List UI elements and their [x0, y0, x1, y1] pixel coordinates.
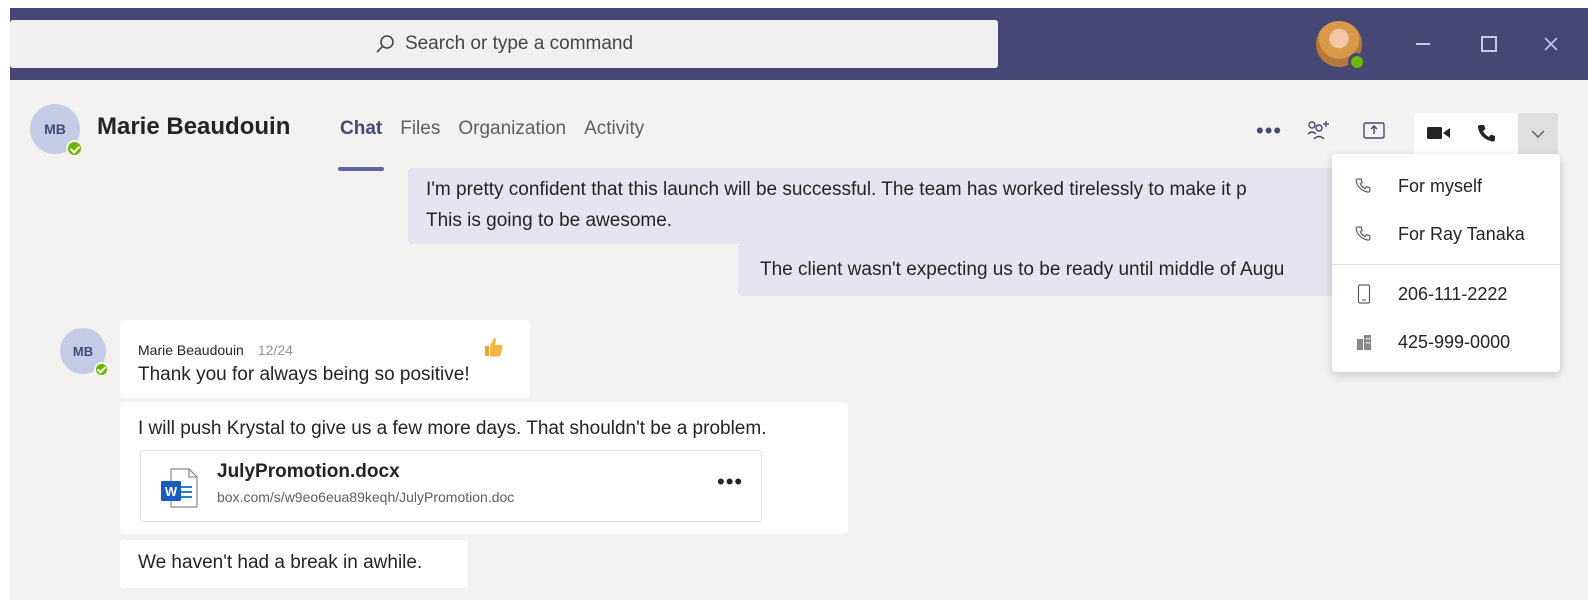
- contact-avatar[interactable]: MB: [30, 104, 83, 157]
- contact-initials: MB: [44, 121, 66, 137]
- more-options-icon[interactable]: •••: [1256, 118, 1282, 144]
- word-icon: W: [161, 468, 198, 508]
- message-text: I will push Krystal to give us a few mor…: [138, 418, 767, 439]
- presence-available-icon: [66, 140, 83, 157]
- menu-item-call-mobile[interactable]: 206-111-2222: [1332, 272, 1560, 316]
- my-avatar[interactable]: [1316, 21, 1366, 71]
- thumbs-up-reaction-icon[interactable]: [482, 336, 504, 358]
- close-button[interactable]: [1536, 30, 1566, 58]
- menu-item-call-for-ray-tanaka[interactable]: For Ray Tanaka: [1332, 212, 1560, 256]
- search-box[interactable]: Search or type a command: [10, 20, 998, 68]
- tab-chat[interactable]: Chat: [337, 118, 385, 171]
- my-presence-indicator: [1348, 53, 1366, 71]
- tab-organization[interactable]: Organization: [458, 118, 566, 140]
- message-text: This is going to be awesome.: [426, 210, 673, 231]
- close-icon: [1544, 37, 1558, 51]
- search-placeholder: Search or type a command: [404, 33, 634, 54]
- menu-item-label: 206-111-2222: [1398, 283, 1508, 304]
- call-options-button[interactable]: [1518, 113, 1558, 155]
- received-message: Marie Beaudouin 12/24 Thank you for alway…: [120, 320, 530, 398]
- message-text: We haven't had a break in awhile.: [138, 552, 423, 573]
- menu-divider: [1332, 264, 1560, 265]
- menu-item-label: 425-999-0000: [1398, 331, 1511, 352]
- svg-text:W: W: [165, 484, 178, 499]
- sender-initials: MB: [72, 343, 94, 359]
- message-text: I'm pretty confident that this launch wi…: [426, 179, 1247, 200]
- phone-icon: [1354, 224, 1374, 244]
- contact-name: Marie Beaudouin: [97, 113, 291, 140]
- file-name[interactable]: JulyPromotion.docx: [217, 461, 400, 483]
- presence-available-icon: [94, 362, 109, 377]
- menu-item-call-for-myself[interactable]: For myself: [1332, 164, 1560, 208]
- message-time: 12/24: [257, 342, 293, 358]
- received-message: I will push Krystal to give us a few mor…: [120, 402, 848, 534]
- menu-item-label: For myself: [1398, 175, 1483, 196]
- phone-icon: [1354, 176, 1374, 196]
- minimize-button[interactable]: [1408, 30, 1438, 58]
- message-text: Thank you for always being so positive!: [138, 364, 470, 385]
- tab-activity[interactable]: Activity: [584, 118, 644, 140]
- sender-name: Marie Beaudouin: [138, 342, 244, 358]
- message-meta: Marie Beaudouin 12/24: [138, 342, 293, 358]
- received-message: We haven't had a break in awhile.: [120, 540, 468, 588]
- video-call-icon[interactable]: [1426, 124, 1452, 142]
- menu-item-call-office[interactable]: 425-999-0000: [1332, 320, 1560, 364]
- mobile-phone-icon: [1354, 284, 1374, 304]
- teams-window: Search or type a command MB Marie Beaudo…: [10, 8, 1588, 600]
- add-people-icon[interactable]: [1306, 120, 1332, 142]
- chat-tabs: Chat Files Organization Activity: [337, 118, 644, 171]
- tab-files[interactable]: Files: [400, 118, 440, 140]
- menu-item-label: For Ray Tanaka: [1398, 223, 1525, 244]
- maximize-button[interactable]: [1474, 30, 1504, 58]
- file-attachment-card[interactable]: W JulyPromotion.docx box.com/s/w9eo6eua8…: [140, 450, 762, 522]
- message-text: The client wasn't expecting us to be rea…: [760, 259, 1285, 280]
- title-bar: Search or type a command: [10, 8, 1588, 80]
- audio-call-icon[interactable]: [1476, 122, 1498, 144]
- sent-message: I'm pretty confident that this launch wi…: [408, 168, 1408, 244]
- office-building-icon: [1354, 332, 1374, 352]
- sender-avatar[interactable]: MB: [60, 328, 109, 377]
- file-path: box.com/s/w9eo6eua89keqh/JulyPromotion.d…: [217, 489, 515, 505]
- search-icon: [376, 35, 394, 53]
- call-options-menu: For myself For Ray Tanaka 206-111-2222 4…: [1332, 154, 1560, 372]
- file-more-options-icon[interactable]: •••: [717, 469, 743, 495]
- chevron-down-icon: [1531, 130, 1545, 139]
- share-screen-icon[interactable]: [1362, 120, 1386, 142]
